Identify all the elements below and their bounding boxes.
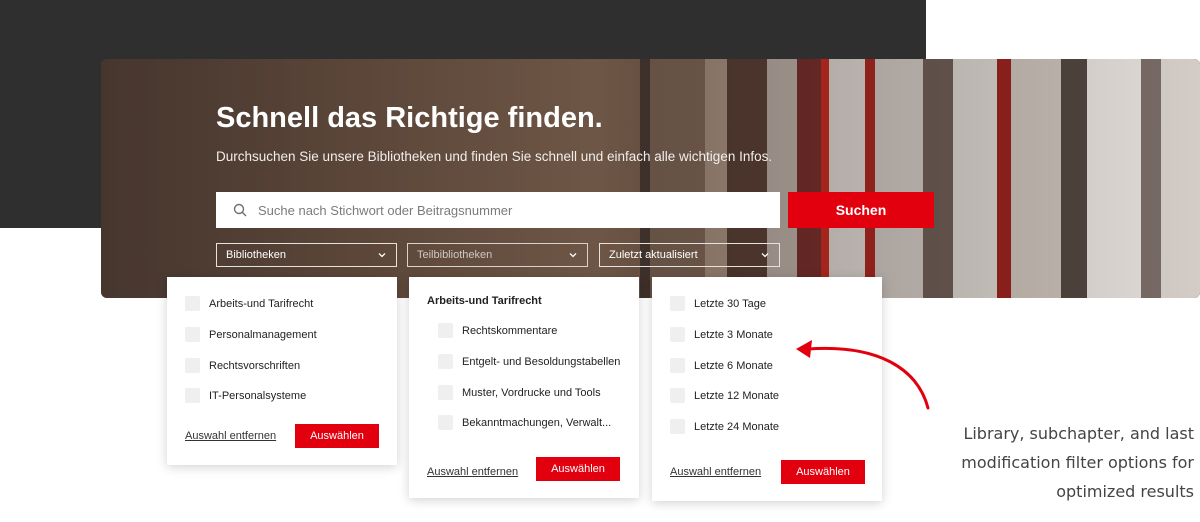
timeframe-option[interactable]: Letzte 24 Monate: [670, 419, 779, 434]
updated-dropdown-label: Zuletzt aktualisiert: [609, 249, 698, 261]
option-label: Rechtskommentare: [462, 324, 558, 337]
clear-selection-link[interactable]: Auswahl entfernen: [185, 430, 276, 442]
option-label: Rechtsvorschriften: [209, 359, 301, 372]
sublibraries-dropdown-label: Teilbibliotheken: [417, 249, 493, 261]
checkbox[interactable]: [185, 388, 200, 403]
sublibraries-dropdown[interactable]: Teilbibliotheken: [407, 243, 588, 267]
option-label: Arbeits-und Tarifrecht: [209, 297, 314, 310]
clear-selection-link[interactable]: Auswahl entfernen: [427, 466, 518, 478]
search-input[interactable]: [258, 202, 738, 218]
checkbox[interactable]: [185, 327, 200, 342]
option-label: Letzte 12 Monate: [694, 389, 780, 402]
checkbox[interactable]: [670, 296, 685, 311]
chevron-down-icon: [760, 250, 770, 260]
hero-title: Schnell das Richtige finden.: [216, 102, 603, 134]
timeframe-option[interactable]: Letzte 3 Monate: [670, 327, 773, 342]
libraries-dropdown-label: Bibliotheken: [226, 249, 286, 261]
library-option[interactable]: Rechtsvorschriften: [185, 358, 300, 373]
apply-button[interactable]: Auswählen: [781, 460, 865, 484]
caption-line: optimized results: [1056, 482, 1194, 501]
search-icon: [222, 192, 258, 228]
checkbox[interactable]: [438, 385, 453, 400]
chevron-down-icon: [568, 250, 578, 260]
clear-selection-link[interactable]: Auswahl entfernen: [670, 466, 761, 478]
panel-heading: Arbeits-und Tarifrecht: [427, 295, 542, 307]
libraries-dropdown[interactable]: Bibliotheken: [216, 243, 397, 267]
option-label: Muster, Vordrucke und Tools: [462, 386, 601, 399]
sublibrary-option[interactable]: Bekanntmachungen, Verwalt...: [438, 415, 611, 430]
checkbox[interactable]: [670, 388, 685, 403]
hero-subtitle: Durchsuchen Sie unsere Bibliotheken und …: [216, 149, 773, 164]
sublibrary-option[interactable]: Rechtskommentare: [438, 323, 557, 338]
library-option[interactable]: IT-Personalsysteme: [185, 388, 306, 403]
updated-dropdown[interactable]: Zuletzt aktualisiert: [599, 243, 780, 267]
option-label: Letzte 3 Monate: [694, 328, 773, 341]
libraries-panel: Arbeits-und Tarifrecht Personalmanagemen…: [167, 277, 397, 465]
apply-button[interactable]: Auswählen: [295, 424, 379, 448]
chevron-down-icon: [377, 250, 387, 260]
timeframe-option[interactable]: Letzte 12 Monate: [670, 388, 779, 403]
library-option[interactable]: Personalmanagement: [185, 327, 317, 342]
option-label: Entgelt- und Besoldungstabellen: [462, 355, 621, 368]
timeframe-option[interactable]: Letzte 6 Monate: [670, 358, 773, 373]
option-label: Bekanntmachungen, Verwalt...: [462, 416, 612, 429]
checkbox[interactable]: [185, 296, 200, 311]
apply-button[interactable]: Auswählen: [536, 457, 620, 481]
checkbox[interactable]: [438, 415, 453, 430]
checkbox[interactable]: [670, 419, 685, 434]
checkbox[interactable]: [185, 358, 200, 373]
library-option[interactable]: Arbeits-und Tarifrecht: [185, 296, 313, 311]
option-label: Letzte 24 Monate: [694, 420, 780, 433]
checkbox[interactable]: [670, 327, 685, 342]
timeframe-option[interactable]: Letzte 30 Tage: [670, 296, 766, 311]
checkbox[interactable]: [438, 323, 453, 338]
option-label: Personalmanagement: [209, 328, 317, 341]
option-label: IT-Personalsysteme: [209, 389, 307, 402]
annotation-arrow-icon: [796, 340, 930, 410]
search-box[interactable]: [216, 192, 780, 228]
sublibraries-panel: Arbeits-und Tarifrecht Rechtskommentare …: [409, 277, 639, 498]
sublibrary-option[interactable]: Muster, Vordrucke und Tools: [438, 385, 601, 400]
search-button[interactable]: Suchen: [788, 192, 934, 228]
caption-line: modification filter options for: [961, 453, 1194, 472]
checkbox[interactable]: [670, 358, 685, 373]
option-label: Letzte 30 Tage: [694, 297, 766, 310]
sublibrary-option[interactable]: Entgelt- und Besoldungstabellen: [438, 354, 620, 369]
hero-banner: Schnell das Richtige finden. Durchsuchen…: [101, 59, 1200, 298]
option-label: Letzte 6 Monate: [694, 359, 773, 372]
checkbox[interactable]: [438, 354, 453, 369]
caption-line: Library, subchapter, and last: [963, 424, 1194, 443]
caption-text: Library, subchapter, and last modificati…: [914, 419, 1194, 506]
